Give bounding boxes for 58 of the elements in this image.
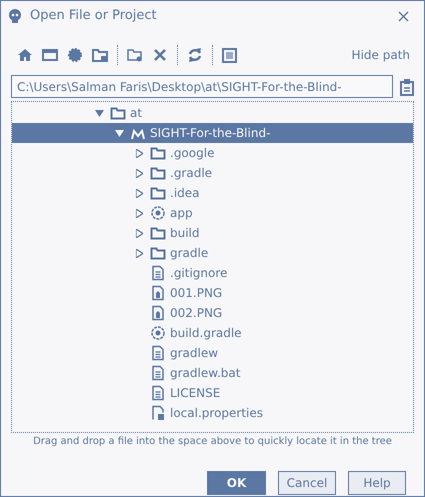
selected-row-highlight[interactable]: SIGHT-For-the-Blind- (12, 123, 413, 143)
clipboard-icon[interactable] (400, 78, 414, 96)
gear-icon[interactable] (67, 47, 83, 63)
delete-icon[interactable] (152, 47, 168, 63)
collapsed-arrow-icon[interactable] (136, 228, 142, 238)
tree-item-label[interactable]: .google (170, 144, 214, 162)
tree-item-label[interactable]: .gradle (170, 164, 212, 182)
document-icon (150, 385, 166, 401)
tree-item-label[interactable]: .gitignore (170, 264, 228, 282)
expanded-arrow-icon[interactable] (114, 130, 124, 136)
tree-item-label[interactable]: at (130, 104, 142, 122)
document-icon (150, 265, 166, 281)
folder-icon (150, 245, 166, 261)
tree-item-label[interactable]: gradlew (170, 344, 218, 362)
window-icon[interactable] (42, 47, 58, 63)
folder-icon (150, 185, 166, 201)
tree-item-label[interactable]: 001.PNG (170, 284, 222, 302)
dialog-button[interactable]: Help (348, 471, 406, 495)
folder-icon (150, 165, 166, 181)
home-icon[interactable] (17, 47, 33, 63)
properties-file-icon (150, 405, 166, 421)
tree-item-label[interactable]: SIGHT-For-the-Blind- (150, 124, 270, 142)
tree-item-label[interactable]: local.properties (170, 404, 264, 422)
document-icon (150, 365, 166, 381)
dialog-button[interactable]: Cancel (278, 471, 336, 495)
tree-item-label[interactable]: LICENSE (170, 384, 220, 402)
tree-item-label[interactable]: app (170, 204, 193, 222)
tree-item-label[interactable]: 002.PNG (170, 304, 222, 322)
app-logo-icon (8, 9, 22, 23)
tree-item-label[interactable]: .idea (170, 184, 200, 202)
collapsed-arrow-icon[interactable] (136, 168, 142, 178)
tree-item-label[interactable]: gradlew.bat (170, 364, 240, 382)
document-icon (150, 345, 166, 361)
folder-icon (150, 145, 166, 161)
tree-item-label[interactable]: build.gradle (170, 324, 242, 342)
tree-item-label[interactable]: gradle (170, 244, 208, 262)
folder-icon (110, 105, 126, 121)
image-file-icon (150, 285, 166, 301)
tree-item-label[interactable]: build (170, 224, 200, 242)
expanded-arrow-icon[interactable] (94, 110, 104, 116)
close-icon[interactable] (398, 10, 409, 22)
ok-button[interactable]: OK (207, 471, 266, 495)
refresh-icon[interactable] (187, 47, 203, 63)
folder-icon[interactable] (92, 47, 108, 63)
new-folder-icon[interactable] (127, 47, 143, 63)
module-icon (150, 205, 166, 221)
path-field[interactable]: C:\Users\Salman Faris\Desktop\at\SIGHT-For-the-Blind- (11, 75, 393, 98)
module-icon (150, 325, 166, 341)
window-title: Open File or Project (30, 7, 157, 26)
grid-icon[interactable] (222, 47, 238, 63)
collapsed-arrow-icon[interactable] (136, 148, 142, 158)
collapsed-arrow-icon[interactable] (136, 208, 142, 218)
image-file-icon (150, 305, 166, 321)
folder-icon (150, 225, 166, 241)
hint-text: Drag and drop a file into the space above to quickly locate it in the tree (32, 435, 393, 449)
collapsed-arrow-icon[interactable] (136, 188, 142, 198)
collapsed-arrow-icon[interactable] (136, 248, 142, 258)
hide-path-link[interactable]: Hide path (352, 46, 410, 64)
